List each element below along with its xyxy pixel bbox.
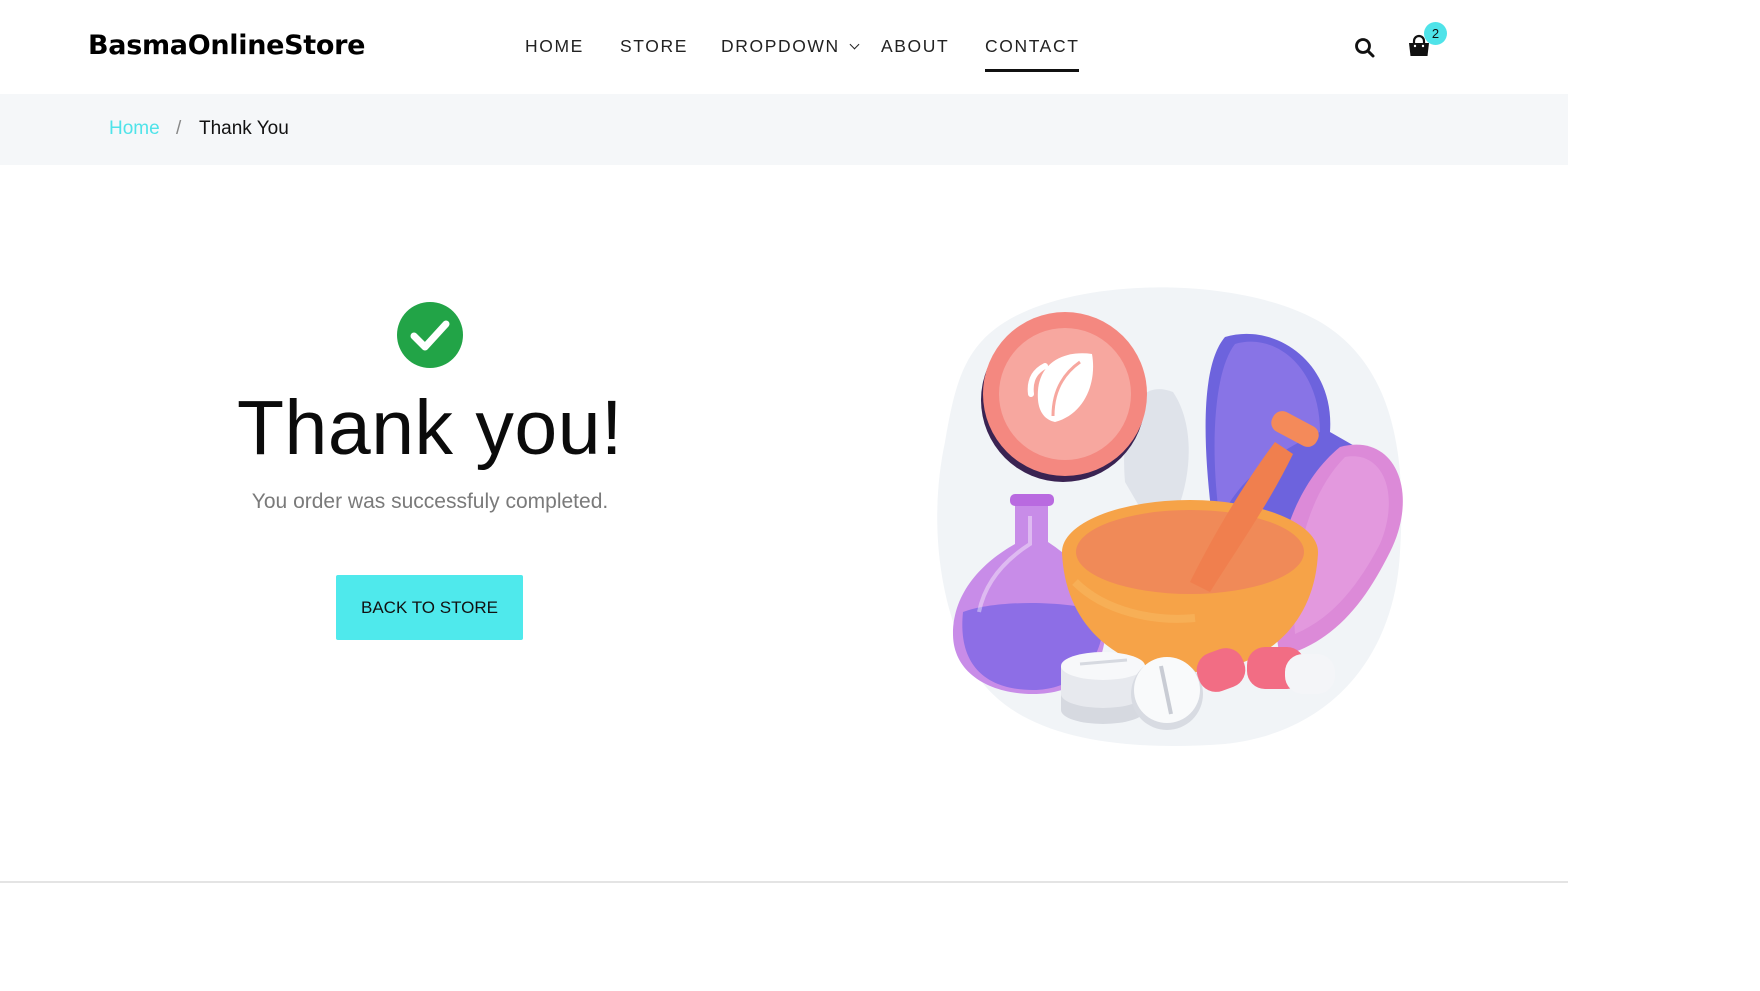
pharmacy-illustration (935, 282, 1410, 752)
chevron-down-icon (849, 39, 860, 50)
check-circle-icon (397, 302, 463, 368)
page-bottom-divider (0, 881, 1568, 883)
nav-item-dropdown-label: DROPDOWN (721, 36, 840, 56)
search-icon[interactable] (1354, 37, 1376, 59)
nav-item-contact[interactable]: CONTACT (985, 36, 1080, 72)
breadcrumb-home-link[interactable]: Home (109, 118, 160, 140)
breadcrumb: Home / Thank You (0, 94, 1568, 165)
cart-count-badge: 2 (1424, 22, 1447, 45)
breadcrumb-current: Thank You (199, 118, 289, 139)
main-nav: HOME STORE DROPDOWN ABOUT CONTACT (0, 36, 1568, 76)
nav-item-home[interactable]: HOME (525, 36, 584, 57)
success-message: You order was successfuly completed. (251, 490, 609, 513)
nav-item-about[interactable]: ABOUT (881, 36, 949, 57)
page-title: Thank you! (237, 385, 623, 471)
breadcrumb-separator: / (176, 118, 182, 139)
nav-item-store[interactable]: STORE (620, 36, 688, 57)
back-to-store-button[interactable]: BACK TO STORE (336, 575, 523, 640)
nav-item-dropdown[interactable]: DROPDOWN (721, 36, 860, 57)
site-header: BasmaOnlineStore HOME STORE DROPDOWN ABO… (0, 0, 1568, 94)
